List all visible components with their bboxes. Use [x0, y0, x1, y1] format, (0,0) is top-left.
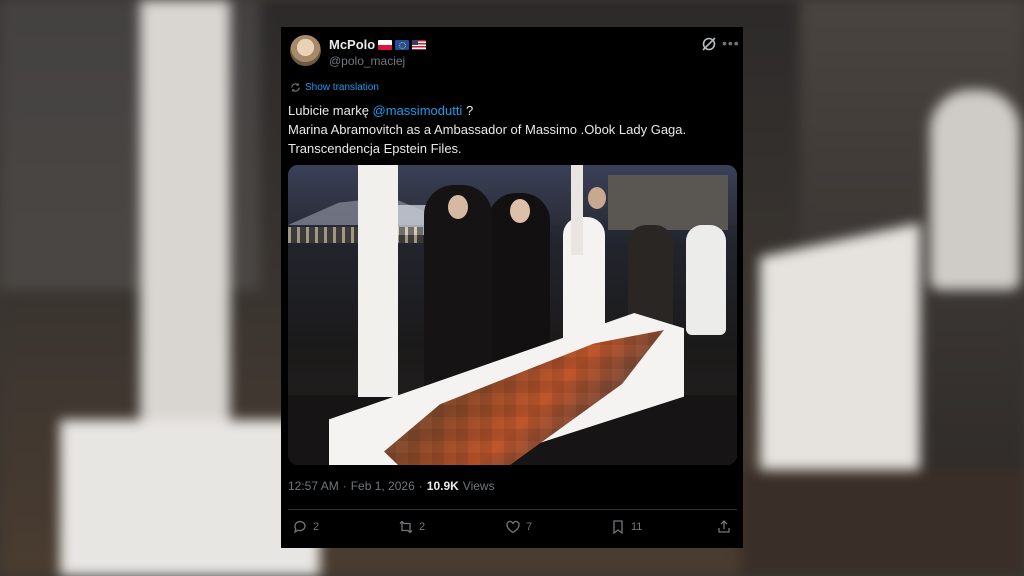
reply-icon — [293, 520, 306, 534]
background-figure — [930, 90, 1020, 290]
photo-person — [686, 225, 726, 335]
share-icon — [718, 520, 730, 533]
photo-building — [608, 175, 728, 230]
tweet-time[interactable]: 12:57 AM — [288, 479, 339, 493]
views-label: Views — [462, 479, 495, 493]
heart-icon — [506, 520, 520, 534]
more-options-icon[interactable]: ••• — [722, 35, 740, 51]
repost-icon — [399, 520, 413, 534]
divider — [288, 509, 737, 510]
bookmark-button[interactable]: 11 — [610, 519, 642, 535]
background-pillar — [140, 0, 230, 430]
show-translation-link[interactable]: Show translation — [290, 82, 379, 93]
repost-button[interactable]: 2 — [398, 519, 425, 535]
tweet-text-prefix: Lubicie markę — [288, 103, 373, 118]
photo-pillar — [358, 165, 398, 397]
meta-separator: · — [342, 479, 347, 493]
tweet-date[interactable]: Feb 1, 2026 — [351, 479, 415, 493]
translate-icon — [291, 83, 300, 92]
repost-count: 2 — [419, 521, 426, 533]
bookmark-icon — [613, 520, 623, 535]
reply-button[interactable]: 2 — [292, 519, 319, 535]
tweet-line-2: Marina Abramovitch as a Ambassador of Ma… — [288, 122, 687, 137]
meta-separator: · — [418, 479, 423, 493]
tweet-photo[interactable] — [288, 165, 737, 465]
bookmark-count: 11 — [631, 521, 643, 533]
share-button[interactable] — [716, 519, 732, 535]
tweet-card: McPolo @polo_maciej ••• Show translation… — [281, 27, 743, 548]
flag-eu-icon — [395, 39, 410, 50]
tweet-meta: 12:57 AM · Feb 1, 2026 · 10.9K Views — [288, 479, 495, 493]
mention-link[interactable]: @massimodutti — [373, 103, 463, 118]
photo-face — [510, 199, 530, 223]
author-name[interactable]: McPolo — [329, 37, 375, 52]
photo-face — [448, 195, 468, 219]
photo-face — [588, 187, 606, 209]
tweet-text: Lubicie markę @massimodutti ? Marina Abr… — [288, 101, 738, 158]
tweet-line-3: Transcendencja Epstein Files. — [288, 141, 462, 156]
action-bar: 2 2 7 11 — [288, 519, 737, 539]
author-name-row: McPolo — [329, 37, 427, 52]
flag-us-icon — [412, 39, 427, 50]
show-translation-label: Show translation — [305, 82, 379, 93]
photo-lights — [288, 227, 423, 243]
like-button[interactable]: 7 — [505, 519, 532, 535]
grok-icon[interactable] — [701, 36, 717, 52]
tweet-text-suffix: ? — [462, 103, 474, 118]
flag-pl-icon — [378, 39, 393, 50]
avatar[interactable] — [290, 35, 321, 66]
author-handle[interactable]: @polo_maciej — [329, 54, 405, 68]
views-count: 10.9K — [426, 479, 459, 493]
reply-count: 2 — [313, 521, 320, 533]
photo-pillar — [571, 165, 583, 255]
like-count: 7 — [526, 521, 533, 533]
background-floor — [740, 470, 1024, 576]
tweet-line-1: Lubicie markę @massimodutti ? — [288, 101, 738, 120]
